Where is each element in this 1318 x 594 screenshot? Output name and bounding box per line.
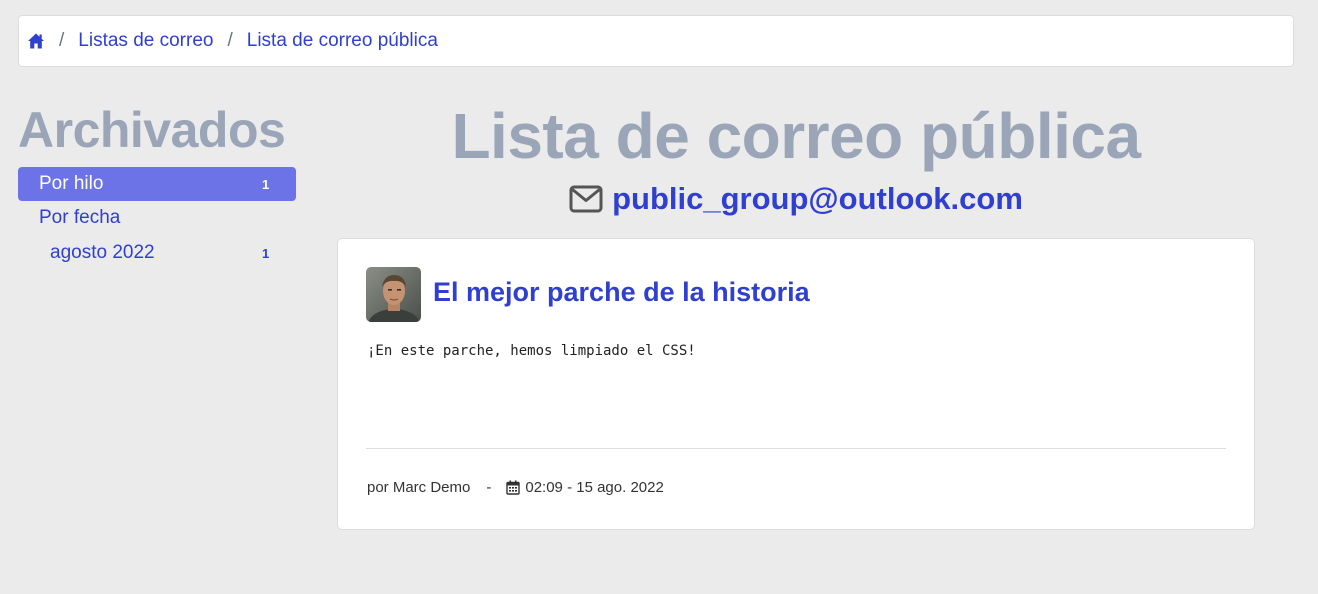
breadcrumb-separator: /: [227, 30, 233, 51]
page-title: Lista de correo pública: [451, 100, 1141, 172]
avatar: [366, 267, 421, 322]
footer-separator: -: [486, 479, 492, 496]
calendar-icon: [506, 480, 521, 495]
message-date: 02:09 - 15 ago. 2022: [525, 479, 664, 496]
sidebar-item-label: Por hilo: [39, 173, 104, 194]
sidebar-item-label: Por fecha: [39, 207, 121, 228]
message-card: El mejor parche de la historia ¡En este …: [337, 238, 1255, 530]
sidebar-item-by-thread[interactable]: Por hilo 1: [18, 167, 296, 201]
message-footer: por Marc Demo - 02:09 - 15 ago. 2022: [367, 479, 664, 496]
home-icon[interactable]: [27, 32, 45, 50]
breadcrumb-mailing-lists[interactable]: Listas de correo: [78, 30, 213, 52]
breadcrumb-public-list[interactable]: Lista de correo pública: [247, 30, 438, 52]
breadcrumb: / Listas de correo / Lista de correo púb…: [18, 15, 1294, 67]
breadcrumb-separator: /: [59, 30, 65, 51]
sidebar-item-august-2022[interactable]: agosto 2022 1: [18, 236, 296, 270]
envelope-icon: [569, 185, 603, 213]
message-author: por Marc Demo: [367, 479, 471, 496]
sidebar-item-count: 1: [262, 245, 270, 261]
sidebar-title: Archivados: [18, 102, 286, 158]
email-link[interactable]: public_group@outlook.com: [612, 181, 1023, 217]
sidebar-item-by-date[interactable]: Por fecha: [18, 201, 296, 235]
message-subject-link[interactable]: El mejor parche de la historia: [433, 277, 810, 308]
message-body: ¡En este parche, hemos limpiado el CSS!: [367, 343, 696, 359]
sidebar-item-count: 1: [262, 176, 270, 192]
list-email: public_group@outlook.com: [337, 178, 1255, 220]
sidebar-item-label: agosto 2022: [50, 242, 155, 263]
divider: [366, 448, 1226, 449]
